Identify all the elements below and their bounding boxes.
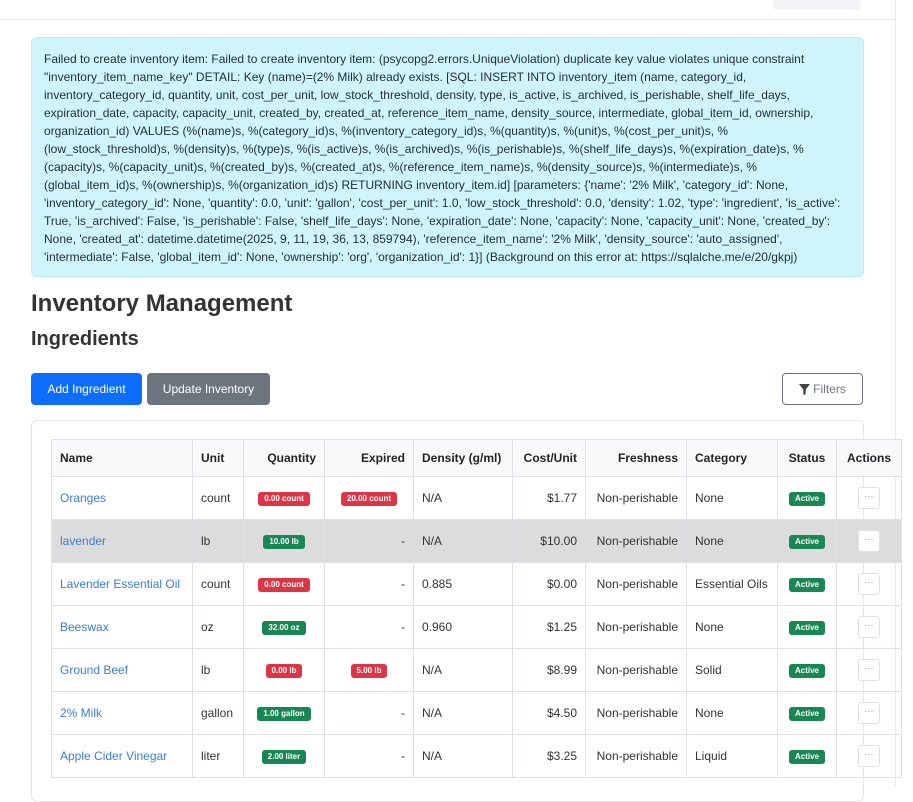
table-header-row: Name Unit Quantity Expired Density (g/ml… [51, 439, 902, 477]
quantity-badge: 10.00 lb [263, 535, 305, 549]
add-ingredient-button[interactable]: Add Ingredient [31, 373, 142, 405]
row-actions-button[interactable]: ··· [858, 702, 880, 724]
table-row[interactable]: Beeswax oz 32.00 oz -0.960 $1.25 Non-perishab… [51, 605, 902, 649]
quantity-badge: 32.00 oz [262, 621, 306, 635]
status-badge: Active [788, 664, 825, 678]
quantity-badge: 0.00 count [258, 578, 310, 592]
expired-value: - [324, 562, 414, 606]
item-density: N/A [413, 648, 513, 692]
filter-icon [799, 384, 811, 395]
item-category: Solid [686, 648, 778, 692]
quantity-badge: 1.00 gallon [257, 707, 311, 721]
inventory-table: Name Unit Quantity Expired Density (g/ml… [51, 439, 902, 778]
item-freshness: Non-perishable [585, 734, 687, 778]
item-name-link[interactable]: Beeswax [60, 620, 109, 634]
item-name-link[interactable]: Ground Beef [60, 663, 128, 677]
item-unit: lb [192, 519, 244, 563]
row-actions-button[interactable]: ··· [858, 573, 880, 595]
item-cost: $1.25 [512, 605, 586, 649]
table-row[interactable]: lavender lb 10.00 lb - N/A $10.00 Non-perishab… [51, 519, 902, 563]
item-density: 0.960 [413, 605, 513, 649]
col-header-name[interactable]: Name [51, 439, 193, 477]
item-unit: lb [192, 648, 244, 692]
item-density: N/A [413, 734, 513, 778]
row-actions-button[interactable]: ··· [858, 616, 880, 638]
item-cost: $1.77 [512, 476, 586, 520]
row-actions-button[interactable]: ··· [858, 530, 880, 552]
status-badge: Active [788, 750, 825, 764]
item-cost: $3.25 [512, 734, 586, 778]
item-cost: $4.50 [512, 691, 586, 735]
item-category: Liquid [686, 734, 778, 778]
update-inventory-button[interactable]: Update Inventory [147, 373, 270, 405]
expired-value: - [324, 734, 414, 778]
item-name-link[interactable]: 2% Milk [60, 706, 102, 720]
expired-value: - [324, 605, 414, 649]
item-category: None [686, 605, 778, 649]
item-cost: $8.99 [512, 648, 586, 692]
status-badge: Active [788, 578, 825, 592]
item-density: 0.885 [413, 562, 513, 606]
item-unit: count [192, 476, 244, 520]
col-header-unit[interactable]: Unit [192, 439, 244, 477]
item-cost: $0.00 [512, 562, 586, 606]
col-header-expired[interactable]: Expired [324, 439, 414, 477]
row-actions-button[interactable]: ··· [858, 487, 880, 509]
item-freshness: Non-perishable [585, 605, 687, 649]
item-unit: gallon [192, 691, 244, 735]
status-badge: Active [788, 621, 825, 635]
status-badge: Active [788, 707, 825, 721]
item-name-link[interactable]: Lavender Essential Oil [60, 577, 180, 591]
col-header-freshness[interactable]: Freshness [585, 439, 687, 477]
page-title: Inventory Management [31, 290, 293, 317]
item-category: Essential Oils [686, 562, 778, 606]
row-actions-button[interactable]: ··· [858, 745, 880, 767]
error-alert: Failed to create inventory item: Failed … [31, 37, 864, 277]
item-cost: $10.00 [512, 519, 586, 563]
expired-value: - [324, 519, 414, 563]
item-density: N/A [413, 691, 513, 735]
item-freshness: Non-perishable [585, 691, 687, 735]
quantity-badge: 0.00 count [258, 492, 310, 506]
quantity-badge: 2.00 liter [261, 750, 307, 764]
col-header-actions: Actions [836, 439, 902, 477]
filters-button[interactable]: Filters [782, 373, 863, 405]
table-row[interactable]: Oranges count 0.00 count 20.00 count N/A $1.7… [51, 476, 902, 520]
section-title: Ingredients [31, 328, 139, 350]
item-freshness: Non-perishable [585, 519, 687, 563]
item-unit: count [192, 562, 244, 606]
status-badge: Active [788, 492, 825, 506]
item-category: None [686, 476, 778, 520]
item-freshness: Non-perishable [585, 562, 687, 606]
item-name-link[interactable]: Oranges [60, 491, 106, 505]
item-freshness: Non-perishable [585, 476, 687, 520]
item-name-link[interactable]: lavender [60, 534, 106, 548]
status-badge: Active [788, 535, 825, 549]
table-row[interactable]: Lavender Essential Oil count 0.00 count -0.… [51, 562, 902, 606]
item-category: None [686, 519, 778, 563]
table-row[interactable]: Ground Beef lb 0.00 lb 5.00 lb N/A $8.99 Non-p… [51, 648, 902, 692]
expired-badge: 20.00 count [340, 492, 397, 506]
col-header-quantity[interactable]: Quantity [243, 439, 325, 477]
top-navbar [0, 0, 895, 20]
table-row[interactable]: 2% Milk gallon 1.00 gallon - N/A $4.50 Non-per… [51, 691, 902, 735]
item-name-link[interactable]: Apple Cider Vinegar [60, 749, 167, 763]
quantity-badge: 0.00 lb [265, 664, 303, 678]
item-density: N/A [413, 476, 513, 520]
col-header-density[interactable]: Density (g/ml) [413, 439, 513, 477]
col-header-category[interactable]: Category [686, 439, 778, 477]
item-category: None [686, 691, 778, 735]
item-unit: oz [192, 605, 244, 649]
navbar-button[interactable] [773, 0, 861, 10]
table-row[interactable]: Apple Cider Vinegar liter 2.00 liter - N/A $3… [51, 734, 902, 778]
item-density: N/A [413, 519, 513, 563]
item-unit: liter [192, 734, 244, 778]
expired-value: - [324, 691, 414, 735]
col-header-status[interactable]: Status [777, 439, 837, 477]
item-freshness: Non-perishable [585, 648, 687, 692]
filters-label: Filters [813, 382, 846, 396]
expired-badge: 5.00 lb [350, 664, 388, 678]
col-header-cost[interactable]: Cost/Unit [512, 439, 586, 477]
row-actions-button[interactable]: ··· [858, 659, 880, 681]
